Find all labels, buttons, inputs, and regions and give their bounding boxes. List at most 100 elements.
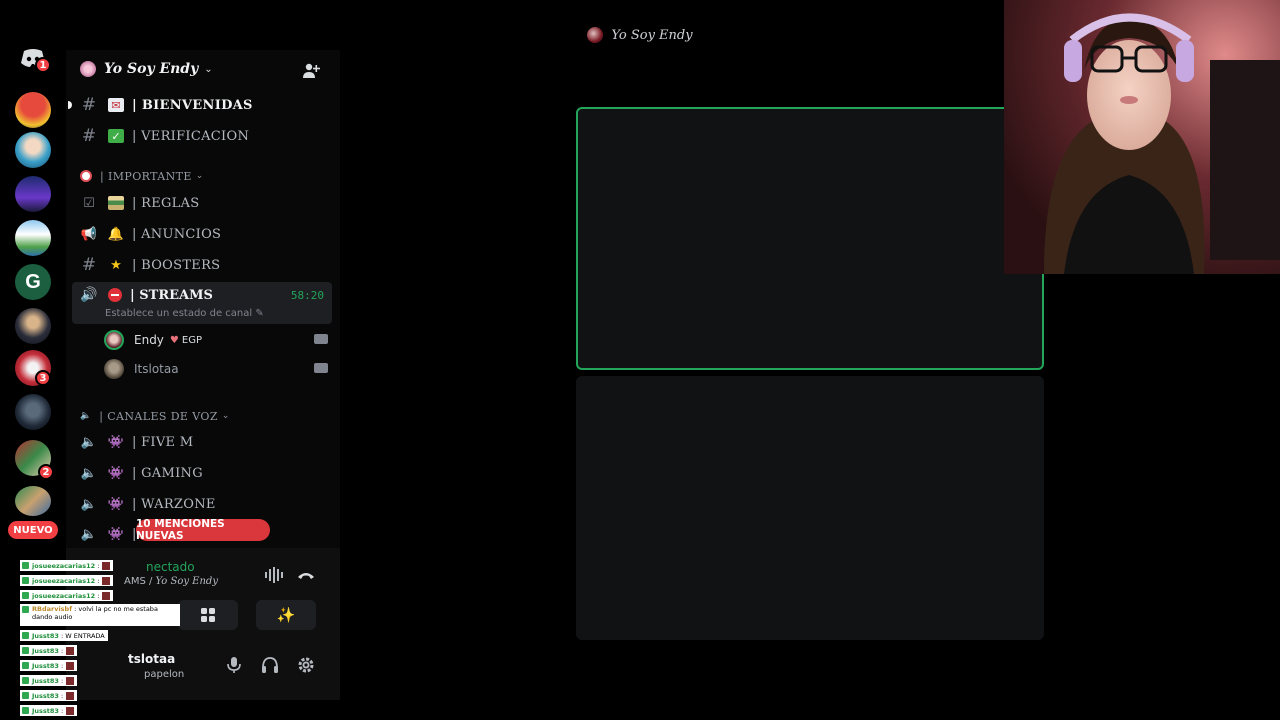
flower-icon <box>80 61 96 77</box>
chat-message: Jusst83 : <box>20 705 78 716</box>
voice-channel-path[interactable]: AMS / Yo Soy Endy <box>124 576 218 587</box>
voice-channel-gaming[interactable]: 🔈 👾 | GAMING <box>72 459 332 487</box>
video-tile[interactable] <box>576 376 1044 640</box>
voice-user-name: Itslotaa <box>134 362 179 376</box>
chat-message: Jusst83 : <box>20 660 78 671</box>
voice-connected-status[interactable]: nectado <box>146 560 195 574</box>
channel-reglas[interactable]: ☑ | REGLAS <box>72 189 332 217</box>
voice-user-name: Endy <box>134 333 164 347</box>
chat-text: : <box>61 706 64 715</box>
chat-message: josueezacarias12 : <box>20 590 114 601</box>
category-importante[interactable]: | IMPORTANTE ⌄ <box>80 166 203 186</box>
g-letter-icon: G <box>25 270 41 293</box>
channel-streams-active[interactable]: 🔊 | STREAMS 58:20 Establece un estado de… <box>72 282 332 324</box>
server-avatar-icon <box>587 27 604 43</box>
server-icon-roleplay[interactable] <box>15 394 51 430</box>
channel-sidebar: Yo Soy Endy ⌄ # ✉ | BIENVENIDAS # ✓ | VE… <box>66 50 340 700</box>
server-badge: 2 <box>38 464 54 480</box>
pencil-icon: ✎ <box>255 308 264 319</box>
server-rail: 1 G 3 2 NUEVO <box>0 40 66 700</box>
soundboard-icon: ✨ <box>276 606 296 624</box>
settings-gear-icon[interactable] <box>296 656 316 674</box>
channel-label: | WARZONE <box>132 496 216 512</box>
server-icon-blue-character[interactable] <box>15 176 51 212</box>
voice-channel-five-m[interactable]: 🔈 👾 | FIVE M <box>72 428 332 456</box>
chat-text: : <box>97 576 100 585</box>
chat-message: josueezacarias12 : <box>20 575 114 586</box>
server-icon-g[interactable]: G <box>15 264 51 300</box>
books-emoji-icon <box>108 196 124 210</box>
star-emoji-icon: ★ <box>110 257 122 273</box>
envelope-emoji-icon: ✉ <box>108 98 124 112</box>
chat-text: : <box>97 591 100 600</box>
megaphone-icon: 📢 <box>80 226 98 242</box>
server-icon-rolepair[interactable] <box>15 132 51 168</box>
channel-label: | ANUNCIOS <box>132 226 222 242</box>
channel-anuncios[interactable]: 📢 🔔 | ANUNCIOS <box>72 220 332 248</box>
microphone-icon[interactable] <box>224 656 244 674</box>
category-label: | CANALES DE VOZ <box>99 409 218 423</box>
chat-user: Jusst83 <box>32 661 59 670</box>
current-user-status: papelon <box>144 669 185 680</box>
new-mentions-pill[interactable]: 10 MENCIONES NUEVAS <box>136 518 270 542</box>
voice-speaker-icon: 🔊 <box>80 287 98 303</box>
emote-icon <box>102 576 111 585</box>
chat-message: Jusst83 : <box>20 645 78 656</box>
emote-icon <box>102 561 111 570</box>
current-username[interactable]: tslotaa <box>128 652 175 666</box>
server-header[interactable]: Yo Soy Endy ⌄ <box>80 61 213 77</box>
hash-icon: # <box>81 95 97 115</box>
channel-verificacion[interactable]: # ✓ | VERIFICACION <box>72 122 332 150</box>
activities-button[interactable] <box>178 600 238 630</box>
disconnect-call-icon[interactable] <box>296 566 316 584</box>
avatar <box>104 359 124 379</box>
chat-message: RBdarvisbf : volvi la pc no me estaba da… <box>20 604 180 626</box>
channel-label: | GAMING <box>132 465 203 481</box>
chat-message: josueezacarias12 : <box>20 560 114 571</box>
server-icon-gamecode[interactable] <box>15 92 51 128</box>
emote-icon <box>66 646 75 655</box>
hash-icon: # <box>81 255 97 275</box>
space-invader-emoji-icon: 👾 <box>107 526 125 542</box>
chat-text: : W ENTRADA <box>61 631 105 640</box>
webcam-image <box>1004 0 1280 274</box>
unread-indicator <box>68 101 72 109</box>
channel-path-text: AMS / <box>124 576 156 587</box>
channel-label: | REGLAS <box>132 195 200 211</box>
emote-icon <box>66 691 75 700</box>
chat-user: Jusst83 <box>32 631 59 640</box>
add-member-icon[interactable] <box>302 62 320 80</box>
server-name: Yo Soy Endy <box>104 61 199 77</box>
emote-icon <box>66 676 75 685</box>
heart-icon: ♥ <box>169 334 179 346</box>
server-icon-landscape[interactable] <box>15 220 51 256</box>
chat-user: Jusst83 <box>32 676 59 685</box>
channel-boosters[interactable]: # ★ | BOOSTERS <box>72 251 332 279</box>
voice-timer: 58:20 <box>290 289 324 302</box>
home-notification-badge: 1 <box>35 57 51 73</box>
no-entry-sign-icon <box>80 170 92 182</box>
voice-channel-warzone[interactable]: 🔈 👾 | WARZONE <box>72 490 332 518</box>
noise-suppression-icon[interactable] <box>264 566 284 584</box>
emote-icon <box>66 661 75 670</box>
soundboard-button[interactable]: ✨ <box>256 600 316 630</box>
server-icon-folder-b[interactable] <box>15 486 51 516</box>
new-servers-pill[interactable]: NUEVO <box>8 521 58 539</box>
chevron-down-icon: ⌄ <box>195 171 204 181</box>
channel-bienvenidas[interactable]: # ✉ | BIENVENIDAS <box>68 91 332 119</box>
chat-message: Jusst83 : <box>20 675 78 686</box>
video-tile-speaking[interactable] <box>576 107 1044 370</box>
server-icon-police[interactable] <box>15 308 51 344</box>
speaker-icon: 🔈 <box>80 496 98 512</box>
headphones-icon[interactable] <box>260 656 280 674</box>
emote-icon <box>66 706 75 715</box>
channel-status-prompt[interactable]: Establece un estado de canal ✎ <box>105 308 264 319</box>
category-canales-de-voz[interactable]: 🔈 | CANALES DE VOZ ⌄ <box>80 406 229 426</box>
no-entry-emoji-icon <box>108 288 122 302</box>
chat-text: : <box>61 691 64 700</box>
video-camera-icon <box>314 334 328 344</box>
chat-text: : <box>97 561 100 570</box>
voice-user-endy[interactable]: Endy ♥ EGP <box>104 328 328 352</box>
voice-user-itslotaa[interactable]: Itslotaa <box>104 357 328 381</box>
window-title: Yo Soy Endy <box>611 27 693 43</box>
